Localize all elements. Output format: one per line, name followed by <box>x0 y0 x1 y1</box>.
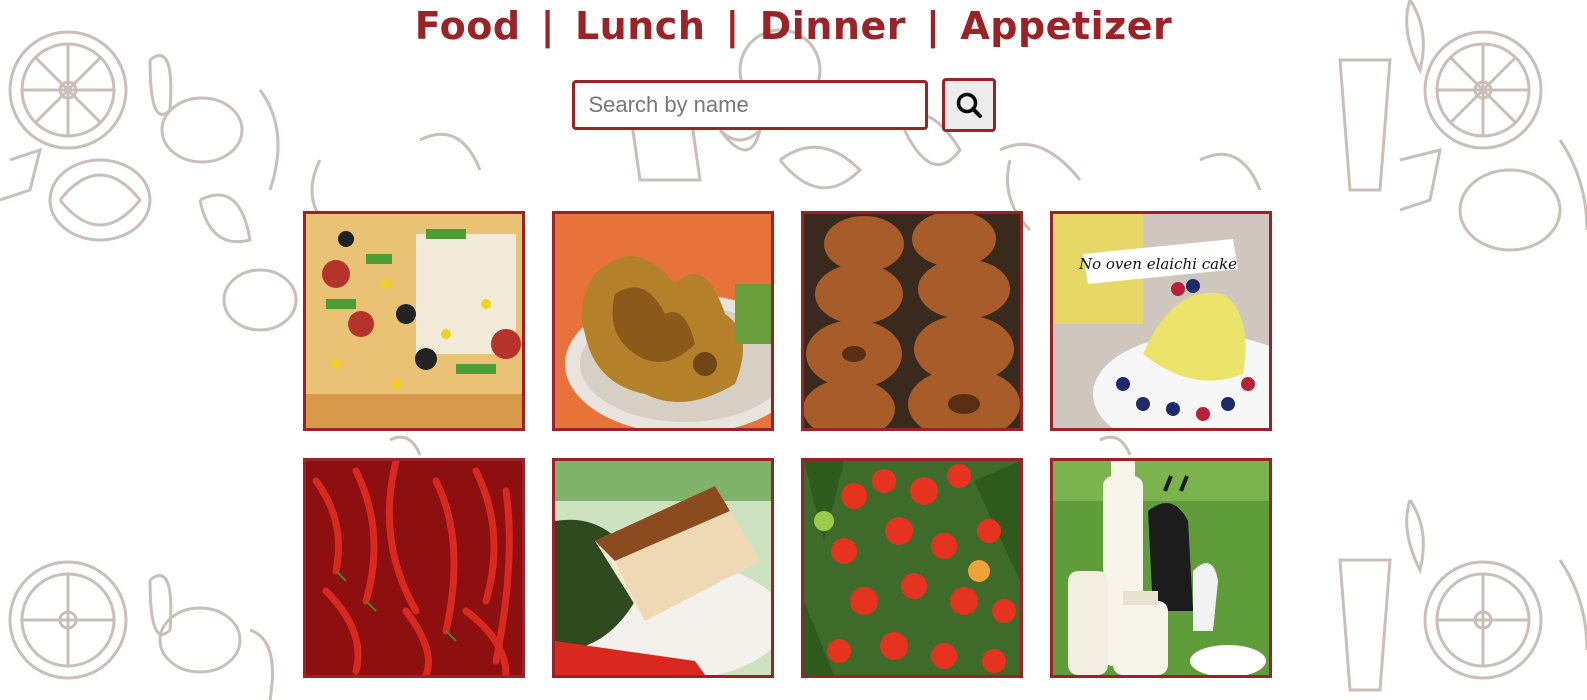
nav-link-appetizer[interactable]: Appetizer <box>960 4 1172 48</box>
nav-link-lunch[interactable]: Lunch <box>575 4 705 48</box>
nav-separator: | <box>540 4 555 48</box>
nav-link-dinner[interactable]: Dinner <box>760 4 906 48</box>
food-card-cherry-tomatoes[interactable] <box>801 458 1023 678</box>
food-card-pizza[interactable] <box>303 211 525 431</box>
food-card-pakora[interactable] <box>552 211 774 431</box>
search-button[interactable] <box>941 78 996 132</box>
food-card-paneer[interactable] <box>552 458 774 678</box>
food-card-donuts[interactable] <box>801 211 1023 431</box>
cake-overlay-text: No oven elaichi cake <box>1078 255 1237 273</box>
cherry-tomatoes-image <box>804 461 1020 675</box>
nav-link-food[interactable]: Food <box>415 4 521 48</box>
goat-milk-image <box>1053 461 1269 675</box>
pizza-image <box>306 214 522 428</box>
paneer-image <box>555 461 771 675</box>
pakora-image <box>555 214 771 428</box>
search-bar <box>0 78 1587 132</box>
category-nav: Food | Lunch | Dinner | Appetizer <box>0 0 1587 52</box>
page: Food | Lunch | Dinner | Appetizer Search… <box>0 0 1587 700</box>
nav-separator: | <box>725 4 740 48</box>
red-chillies-image <box>306 461 522 675</box>
food-card-elaichi-cake[interactable]: No oven elaichi cake <box>1050 211 1272 431</box>
donuts-image <box>804 214 1020 428</box>
search-input[interactable] <box>571 80 928 130</box>
food-gallery: No oven elaichi cake <box>303 211 1272 678</box>
elaichi-cake-image: No oven elaichi cake <box>1053 214 1269 428</box>
food-card-red-chillies[interactable] <box>303 458 525 678</box>
search-icon <box>956 92 982 118</box>
food-card-goat-milk[interactable] <box>1050 458 1272 678</box>
nav-separator: | <box>925 4 941 48</box>
